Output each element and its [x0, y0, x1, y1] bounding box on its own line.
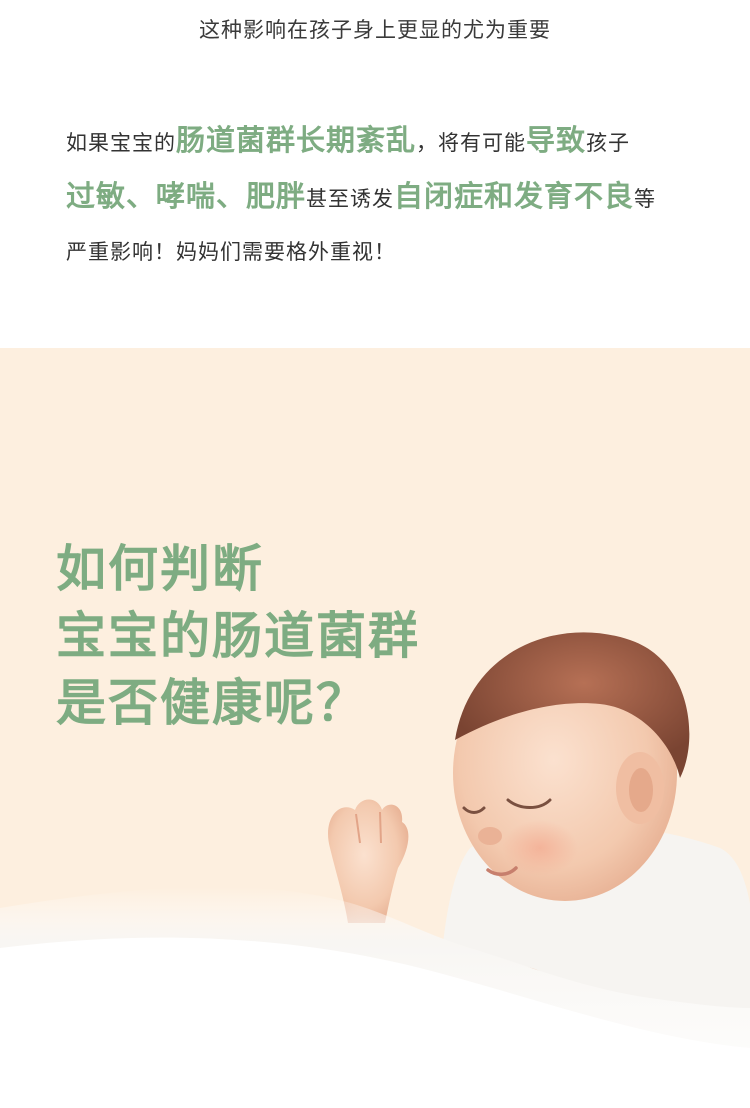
highlight-segment: 导致 [526, 123, 587, 157]
headline-line-1: 如何判断 [56, 540, 264, 598]
section-subtitle: 这种影响在孩子身上更显的尤为重要 [199, 18, 551, 42]
highlight-segment: 自闭症和发育不良 [394, 179, 635, 213]
paragraph-line-2: 过敏、哮喘、肥胖甚至诱发自闭症和发育不良等 [66, 168, 706, 224]
text-segment: 严重影响！妈妈们需要格外重视！ [66, 240, 396, 264]
intro-section: 这种影响在孩子身上更显的尤为重要 如果宝宝的肠道菌群长期紊乱，将有可能导致孩子 … [0, 0, 750, 348]
highlight-segment: 过敏、哮喘、肥胖 [66, 179, 307, 213]
text-segment: ，将有可能 [416, 131, 527, 155]
question-banner: 如何判断 宝宝的肠道菌群 是否健康呢？ [0, 348, 750, 1108]
impact-paragraph: 如果宝宝的肠道菌群长期紊乱，将有可能导致孩子 过敏、哮喘、肥胖甚至诱发自闭症和发… [66, 112, 706, 280]
headline-line-2: 宝宝的肠道菌群 [56, 607, 420, 665]
highlight-segment: 肠道菌群长期紊乱 [176, 123, 417, 157]
paragraph-line-1: 如果宝宝的肠道菌群长期紊乱，将有可能导致孩子 [66, 112, 706, 168]
page: 这种影响在孩子身上更显的尤为重要 如果宝宝的肠道菌群长期紊乱，将有可能导致孩子 … [0, 0, 750, 1108]
text-segment: 等 [634, 187, 657, 211]
text-segment: 甚至诱发 [306, 187, 395, 211]
text-segment: 孩子 [586, 131, 631, 155]
text-segment: 如果宝宝的 [66, 131, 176, 155]
paragraph-line-3: 严重影响！妈妈们需要格外重视！ [66, 224, 706, 280]
headline-line-3: 是否健康呢？ [56, 674, 368, 732]
banner-headline: 如何判断 宝宝的肠道菌群 是否健康呢？ [56, 536, 420, 737]
